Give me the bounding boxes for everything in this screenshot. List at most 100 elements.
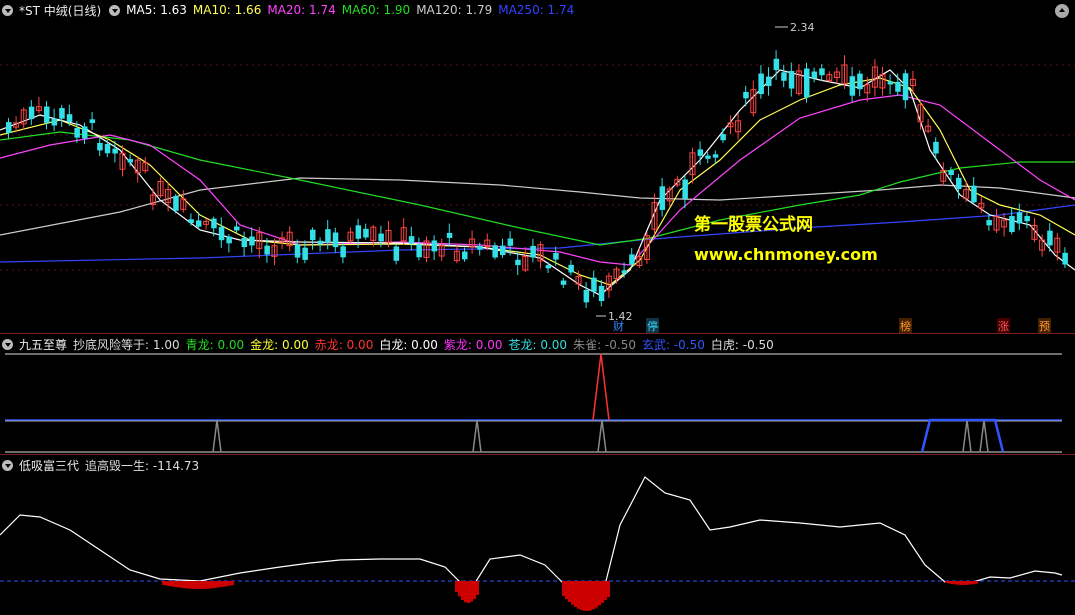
neg-bar-block-3	[568, 581, 571, 602]
candle-body	[530, 245, 536, 258]
watermark-title: 第一股票公式网	[694, 215, 813, 235]
event-tag-ranking[interactable]: 榜	[899, 318, 912, 333]
neg-bar-block-1	[180, 581, 183, 588]
indicator2-name: 低吸富三代	[19, 458, 80, 473]
neg-bar-block-3	[586, 581, 589, 611]
candle-body	[773, 58, 780, 71]
candle-body	[568, 264, 574, 273]
candle-body	[355, 225, 362, 239]
candle-body	[720, 134, 726, 141]
collapse-toggle-icon[interactable]	[2, 4, 13, 16]
indicator2-menu-icon[interactable]	[2, 459, 13, 471]
neg-bar-block-1	[210, 581, 213, 589]
candle-body	[819, 68, 825, 76]
event-tag-forecast[interactable]: 预	[1038, 318, 1051, 333]
neg-bar-block-2	[470, 581, 473, 602]
candle-body	[758, 73, 764, 95]
neg-bar-block-1	[195, 581, 198, 589]
neg-bar-block-3	[580, 581, 583, 611]
candle-body	[302, 247, 308, 260]
candle-body	[895, 81, 901, 92]
candle-body	[378, 233, 384, 242]
neg-bar-block-1	[204, 581, 207, 589]
candle-body	[188, 219, 194, 224]
main-chart-panel[interactable]: *ST 中绒(日线) MA5: 1.63 MA10: 1.66 MA20: 1.…	[0, 0, 1075, 333]
indicator1-item: 金龙: 0.00	[250, 337, 309, 352]
ma-legend-ma60: MA60: 1.90	[341, 3, 411, 17]
candle-body	[44, 106, 50, 123]
neg-bar-block-1	[198, 581, 201, 589]
candle-body	[766, 76, 772, 87]
neg-bar-block-4	[960, 581, 963, 585]
candle-body	[416, 244, 422, 258]
candle-body	[933, 141, 939, 154]
ma20-line	[0, 94, 1075, 266]
indicator1-item: 白虎: -0.50	[710, 337, 774, 352]
event-tag-finance[interactable]: 财	[612, 318, 625, 333]
candle-body	[6, 122, 12, 133]
neg-bar-block-3	[583, 581, 586, 611]
neg-bar-block-3	[571, 581, 574, 605]
candle-body	[431, 240, 438, 252]
indicator1-header: 九五至尊 抄底风险等于: 1.00 青龙: 0.00 金龙: 0.00 赤龙: …	[2, 336, 774, 352]
candle-body	[1016, 212, 1023, 224]
candle-body	[956, 177, 962, 190]
signal-spike-gray	[979, 419, 989, 453]
candle-body	[598, 285, 605, 302]
neg-bar-block-3	[589, 581, 592, 611]
candle-body	[788, 70, 795, 89]
indicator1-item: 青龙: 0.00	[185, 337, 245, 352]
signal-spike-gray	[597, 419, 607, 453]
indicator-panel-2[interactable]: 低吸富三代 追高毁一生: -114.73	[0, 454, 1075, 615]
candle-body	[294, 244, 301, 258]
candle-body	[211, 218, 217, 229]
scroll-up-icon[interactable]	[1055, 4, 1069, 18]
neg-bar-block-1	[219, 581, 222, 588]
candle-body	[781, 72, 787, 81]
candle-body	[1024, 216, 1030, 222]
ma-legend-ma10: MA10: 1.66	[192, 3, 262, 17]
neg-bar-block-3	[595, 581, 598, 608]
neg-bar-block-1	[216, 581, 219, 588]
candle-body	[743, 91, 749, 99]
neg-bar-block-2	[464, 581, 467, 603]
neg-bar-block-3	[577, 581, 580, 609]
candle-body	[705, 155, 711, 159]
candlestick-chart	[0, 26, 1075, 317]
event-tag-suspend[interactable]: 停	[646, 318, 659, 333]
candle-body	[28, 106, 35, 120]
watermark-url: www.chnmoney.com	[694, 245, 878, 264]
event-tag-limit-up[interactable]: 涨	[997, 318, 1010, 333]
signal-spike-gray	[472, 419, 482, 453]
main-chart-header: *ST 中绒(日线) MA5: 1.63 MA10: 1.66 MA20: 1.…	[2, 2, 574, 18]
neg-bar-block-1	[174, 581, 177, 588]
neg-bar-block-2	[455, 581, 458, 592]
candle-body	[986, 220, 992, 226]
candle-body	[173, 196, 179, 211]
candle-body	[97, 142, 103, 151]
candle-body	[811, 71, 818, 79]
candle-body	[553, 252, 559, 260]
candle-body	[408, 236, 415, 244]
indicator2-plot	[0, 476, 1075, 611]
indicator1-menu-icon[interactable]	[2, 338, 13, 350]
neg-bar-block-3	[598, 581, 601, 606]
ma-legend-ma20: MA20: 1.74	[267, 3, 336, 17]
candle-body	[332, 232, 339, 248]
candle-body	[507, 238, 514, 246]
neg-bar-block-2	[461, 581, 464, 601]
candle-body	[249, 236, 255, 246]
candle-body	[591, 277, 597, 292]
candle-body	[340, 246, 346, 258]
ma120-line	[0, 177, 1075, 236]
candle-body	[500, 245, 506, 256]
indicator1-item: 赤龙: 0.00	[314, 337, 374, 352]
ma-settings-icon[interactable]	[109, 4, 121, 16]
candle-body	[241, 237, 248, 248]
candle-body	[712, 154, 719, 158]
indicator-panel-1[interactable]: 九五至尊 抄底风险等于: 1.00 青龙: 0.00 金龙: 0.00 赤龙: …	[0, 333, 1075, 454]
signal-spike-red	[592, 353, 610, 421]
candle-body	[89, 119, 96, 123]
neg-bar-block-4	[975, 581, 978, 584]
candle-body	[1047, 230, 1053, 246]
